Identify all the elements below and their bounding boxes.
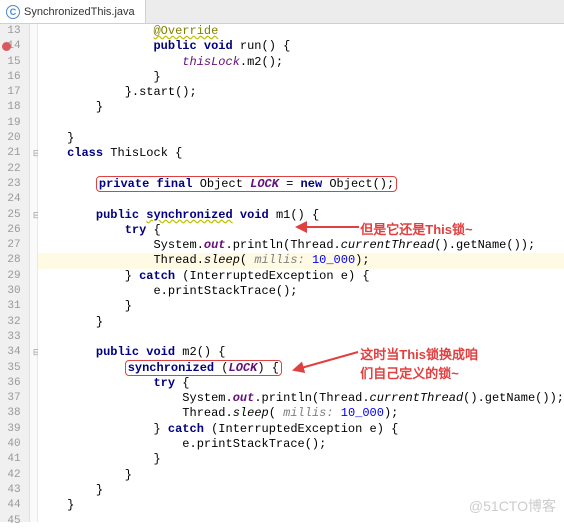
code-line[interactable]: }	[38, 70, 564, 85]
code-line[interactable]: Thread.sleep( millis: 10_000);	[38, 253, 564, 268]
line-gutter[interactable]: 1314151617181920212223242526272829303132…	[0, 24, 30, 522]
line-number[interactable]: 44	[0, 498, 21, 513]
line-number[interactable]: 15	[0, 55, 21, 70]
code-line[interactable]: }	[38, 315, 564, 330]
code-line[interactable]: }	[38, 100, 564, 115]
code-line[interactable]: e.printStackTrace();	[38, 437, 564, 452]
code-line[interactable]: class ThisLock {	[38, 146, 564, 161]
code-line[interactable]: System.out.println(Thread.currentThread(…	[38, 391, 564, 406]
code-area[interactable]: 但是它还是This锁~ 这时当This锁换成咱 们自己定义的锁~ @Overri…	[38, 24, 564, 522]
line-number[interactable]: 21	[0, 146, 21, 161]
line-number[interactable]: 41	[0, 452, 21, 467]
line-number[interactable]: 28	[0, 253, 21, 268]
line-number[interactable]: 43	[0, 483, 21, 498]
code-line[interactable]: private final Object LOCK = new Object()…	[38, 177, 564, 192]
line-number[interactable]: 45	[0, 514, 21, 529]
code-line[interactable]: public void run() {	[38, 39, 564, 54]
line-number[interactable]: 19	[0, 116, 21, 131]
line-number[interactable]: 18	[0, 100, 21, 115]
code-line[interactable]: } catch (InterruptedException e) {	[38, 422, 564, 437]
code-line[interactable]: public void m2() {	[38, 345, 564, 360]
code-line[interactable]: }	[38, 468, 564, 483]
code-line[interactable]: e.printStackTrace();	[38, 284, 564, 299]
highlight-box: synchronized (LOCK) {	[125, 360, 282, 376]
line-number[interactable]: 26	[0, 223, 21, 238]
code-line[interactable]: synchronized (LOCK) {	[38, 361, 564, 376]
line-number[interactable]: 20	[0, 131, 21, 146]
line-number[interactable]: 23	[0, 177, 21, 192]
line-number[interactable]: 36	[0, 376, 21, 391]
line-number[interactable]: 31	[0, 299, 21, 314]
code-line[interactable]: }	[38, 452, 564, 467]
fold-column[interactable]: ⊟⊟⊟	[30, 24, 39, 522]
code-line[interactable]: Thread.sleep( millis: 10_000);	[38, 406, 564, 421]
code-line[interactable]: }	[38, 299, 564, 314]
line-number[interactable]: 13	[0, 24, 21, 39]
code-line[interactable]	[38, 116, 564, 131]
editor: 1314151617181920212223242526272829303132…	[0, 24, 564, 522]
line-number[interactable]: 17	[0, 85, 21, 100]
tab-bar: C SynchronizedThis.java	[0, 0, 564, 24]
line-number[interactable]: 25	[0, 208, 21, 223]
code-line[interactable]: public synchronized void m1() {	[38, 208, 564, 223]
code-line[interactable]	[38, 192, 564, 207]
line-number[interactable]: 34	[0, 345, 21, 360]
line-number[interactable]: 33	[0, 330, 21, 345]
java-class-icon: C	[6, 5, 20, 19]
tab-label: SynchronizedThis.java	[24, 6, 135, 18]
code-line[interactable]: try {	[38, 223, 564, 238]
code-line[interactable]: try {	[38, 376, 564, 391]
line-number[interactable]: 27	[0, 238, 21, 253]
code-line[interactable]: thisLock.m2();	[38, 55, 564, 70]
file-tab[interactable]: C SynchronizedThis.java	[0, 0, 146, 23]
code-line[interactable]	[38, 330, 564, 345]
code-line[interactable]: }.start();	[38, 85, 564, 100]
line-number[interactable]: 30	[0, 284, 21, 299]
code-line[interactable]: System.out.println(Thread.currentThread(…	[38, 238, 564, 253]
code-line[interactable]: } catch (InterruptedException e) {	[38, 269, 564, 284]
code-line[interactable]: }	[38, 131, 564, 146]
line-number[interactable]: 24	[0, 192, 21, 207]
line-number[interactable]: 42	[0, 468, 21, 483]
code-line[interactable]: @Override	[38, 24, 564, 39]
code-line[interactable]	[38, 162, 564, 177]
watermark: @51CTO博客	[469, 496, 556, 516]
line-number[interactable]: 16	[0, 70, 21, 85]
line-number[interactable]: 14	[0, 39, 21, 54]
line-number[interactable]: 22	[0, 162, 21, 177]
line-number[interactable]: 32	[0, 315, 21, 330]
highlight-box: private final Object LOCK = new Object()…	[96, 176, 397, 192]
line-number[interactable]: 38	[0, 406, 21, 421]
line-number[interactable]: 29	[0, 269, 21, 284]
line-number[interactable]: 39	[0, 422, 21, 437]
line-number[interactable]: 37	[0, 391, 21, 406]
line-number[interactable]: 35	[0, 361, 21, 376]
line-number[interactable]: 40	[0, 437, 21, 452]
